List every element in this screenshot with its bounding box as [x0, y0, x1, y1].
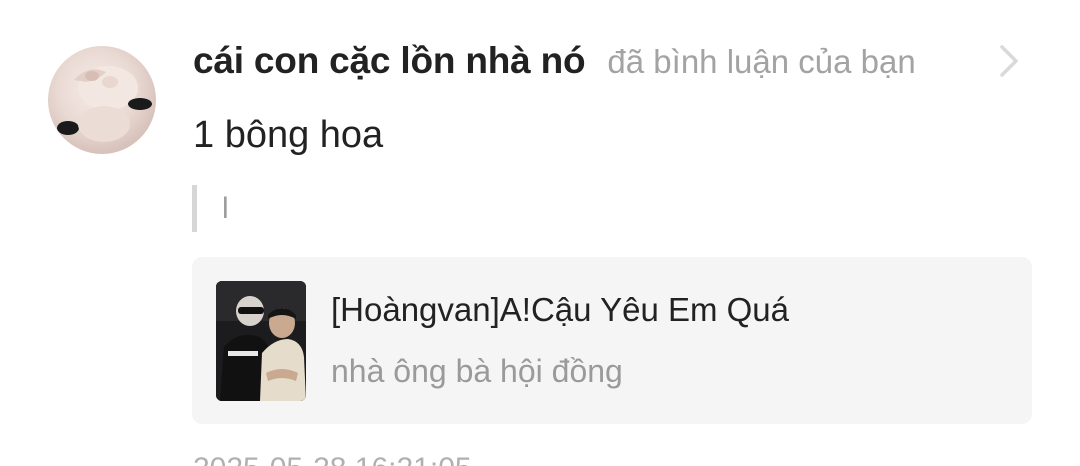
username[interactable]: cái con cặc lồn nhà nó: [193, 40, 586, 82]
quoted-comment: l: [192, 185, 229, 232]
action-text: đã bình luận của bạn: [607, 43, 916, 80]
comment-text: 1 bông hoa: [193, 114, 384, 156]
user-avatar[interactable]: [48, 46, 156, 154]
timestamp: 2025-05-28 16:21:05: [193, 452, 472, 466]
song-title: [Hoàngvan]A!Cậu Yêu Em Quá: [331, 291, 790, 328]
song-artist: nhà ông bà hội đồng: [331, 353, 623, 389]
song-cover-image: [216, 281, 306, 401]
notification-header: cái con cặc lồn nhà nó đã bình luận của …: [193, 40, 916, 90]
chevron-right-icon[interactable]: [996, 44, 1024, 78]
comment-notification[interactable]: cái con cặc lồn nhà nó đã bình luận của …: [0, 0, 1080, 466]
song-card[interactable]: [Hoàngvan]A!Cậu Yêu Em Quá nhà ông bà hộ…: [192, 257, 1032, 424]
